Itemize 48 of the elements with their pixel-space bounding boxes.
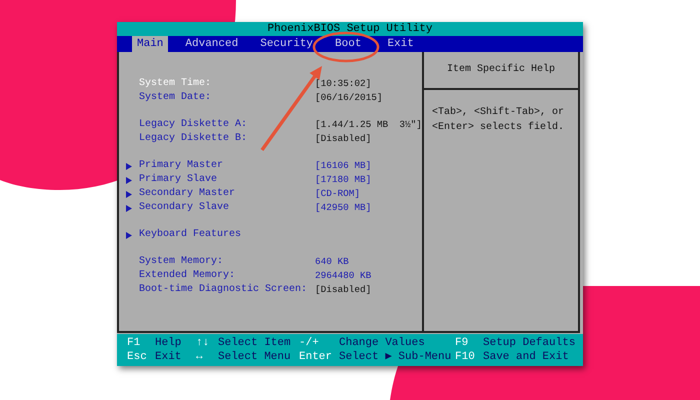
key-action: Setup Defaults (483, 336, 576, 350)
setting-label[interactable]: Primary Master (139, 159, 315, 173)
menu-tab[interactable]: Advanced (180, 36, 244, 52)
setting-label[interactable]: Boot-time Diagnostic Screen: (139, 283, 315, 297)
setting-value: [CD-ROM] (315, 187, 360, 201)
setting-value: 640 KB (315, 255, 349, 269)
help-title: Item Specific Help (424, 52, 578, 90)
menu-tab[interactable]: Main (132, 36, 168, 52)
setting-label[interactable]: Secondary Slave (139, 201, 315, 215)
key-action: Change Values (339, 336, 426, 350)
circle-annotation (312, 32, 380, 62)
key-action: Select Menu (218, 350, 292, 364)
key-action: Exit (155, 350, 182, 364)
key-name: Esc (127, 350, 148, 364)
key-action: Help (155, 336, 182, 350)
key-name: ↑↓ (196, 336, 210, 350)
setting-value[interactable]: [06/16/2015] (315, 91, 383, 105)
key-name: -/+ (299, 336, 320, 350)
setting-label[interactable]: Primary Slave (139, 173, 315, 187)
key-name: Enter (299, 350, 334, 364)
setting-label[interactable]: Extended Memory: (139, 269, 315, 283)
setting-label[interactable]: Legacy Diskette B: (139, 132, 315, 146)
setting-value[interactable]: [Disabled] (315, 283, 372, 297)
key-action: Save and Exit (483, 350, 570, 364)
setting-value: [17180 MB] (315, 173, 372, 187)
key-name: F9 (455, 336, 470, 350)
setting-value[interactable]: [1.44/1.25 MB 3½"] (315, 118, 422, 132)
setting-value[interactable]: [10:35:02] (315, 77, 372, 91)
setting-value[interactable]: [Disabled] (315, 132, 372, 146)
setting-value: [16106 MB] (315, 159, 372, 173)
setting-label[interactable]: System Date: (139, 91, 315, 105)
menu-tab[interactable]: Boot (330, 36, 366, 52)
setting-label[interactable]: Keyboard Features (139, 228, 315, 242)
key-action: Select ▶ Sub-Menu (339, 350, 452, 364)
key-action: Select Item (218, 336, 292, 350)
menu-tab[interactable]: Exit (382, 36, 419, 52)
setting-value: 2964480 KB (315, 269, 372, 283)
key-name: F1 (127, 336, 142, 350)
setting-label[interactable]: Legacy Diskette A: (139, 118, 315, 132)
menu-tab[interactable]: Security (255, 36, 318, 52)
setting-label[interactable]: System Memory: (139, 255, 315, 269)
submenu-arrow-icon (126, 232, 132, 238)
setting-label[interactable]: Secondary Master (139, 187, 315, 201)
key-name: F10 (455, 350, 476, 364)
window-title: PhoenixBIOS Setup Utility (117, 22, 583, 36)
setting-value: [42950 MB] (315, 201, 372, 215)
help-text: <Tab>, <Shift-Tab>, or <Enter> selects field. (431, 106, 566, 135)
key-name: ↔ (196, 350, 204, 364)
